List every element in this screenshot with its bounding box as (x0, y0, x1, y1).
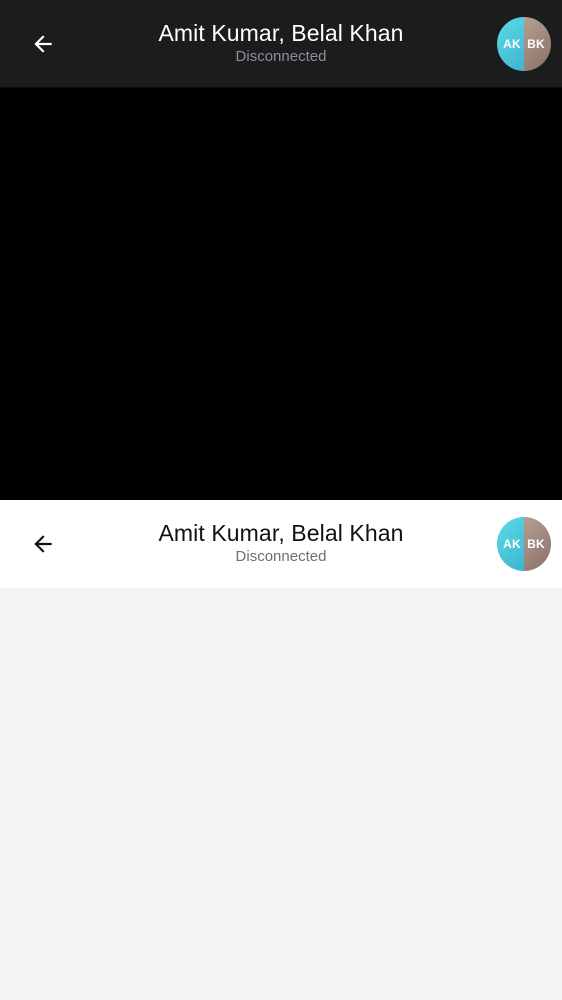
call-participants-title: Amit Kumar, Belal Khan (158, 520, 404, 546)
dark-call-header: Amit Kumar, Belal Khan Disconnected AK B… (0, 0, 562, 88)
call-title-block: Amit Kumar, Belal Khan Disconnected (110, 519, 452, 566)
avatar-initials-ak: AK (497, 17, 524, 71)
back-button[interactable] (20, 22, 66, 66)
group-avatar[interactable]: AK BK (497, 17, 551, 71)
back-button[interactable] (20, 522, 66, 566)
call-status: Disconnected (235, 548, 327, 565)
avatar-initials-ak: AK (497, 517, 524, 571)
call-status: Disconnected (235, 48, 327, 65)
call-title-block: Amit Kumar, Belal Khan Disconnected (110, 19, 452, 66)
call-participants-title: Amit Kumar, Belal Khan (158, 20, 404, 46)
arrow-left-icon (34, 35, 52, 53)
content-area (0, 588, 562, 1000)
arrow-left-icon (34, 535, 52, 553)
avatar-initials-bk: BK (524, 17, 551, 71)
group-avatar[interactable]: AK BK (497, 517, 551, 571)
avatar-initials-bk: BK (524, 517, 551, 571)
light-call-header: Amit Kumar, Belal Khan Disconnected AK B… (0, 500, 562, 588)
